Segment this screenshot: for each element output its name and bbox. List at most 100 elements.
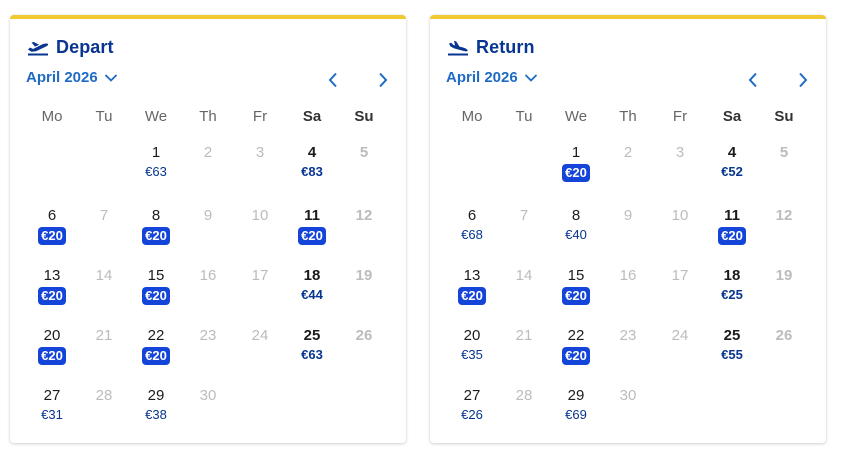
lowest-fare-badge: €20 — [38, 347, 66, 365]
return-day-cell: 10 — [654, 207, 706, 259]
return-day-cell[interactable]: 1 €20 — [550, 144, 602, 196]
return-month-selector[interactable]: April 2026 — [446, 69, 538, 86]
day-number: 13 — [463, 267, 481, 284]
day-number: 29 — [567, 387, 585, 404]
return-day-cell[interactable]: 13 €20 — [446, 267, 498, 319]
fare-price: €83 — [301, 164, 323, 179]
return-day-cell[interactable]: 29 €69 — [550, 387, 602, 439]
depart-month-selector[interactable]: April 2026 — [26, 69, 118, 86]
depart-next-month-button[interactable] — [374, 70, 392, 90]
depart-day-cell[interactable]: 6 €20 — [26, 207, 78, 259]
depart-day-cell[interactable]: 11 €20 — [286, 207, 338, 259]
lowest-fare-badge: €20 — [38, 227, 66, 245]
day-number: 27 — [463, 387, 481, 404]
fare-price: €63 — [145, 164, 167, 179]
day-number: 8 — [151, 207, 161, 224]
depart-day-cell[interactable]: 13 €20 — [26, 267, 78, 319]
depart-day-cell: 21 — [78, 327, 130, 379]
day-number: 25 — [723, 327, 741, 344]
weekday-header: Su — [774, 108, 794, 125]
day-number: 18 — [723, 267, 741, 284]
return-day-cell[interactable]: 27 €26 — [446, 387, 498, 439]
weekday-header: Fr — [252, 108, 268, 125]
lowest-fare-badge: €20 — [718, 227, 746, 245]
return-title: Return — [476, 36, 535, 57]
depart-day-cell[interactable]: 1 €63 — [130, 144, 182, 196]
depart-day-cell[interactable]: 25 €63 — [286, 327, 338, 379]
weekday-header: Mo — [41, 108, 63, 125]
return-day-cell: 21 — [498, 327, 550, 379]
day-number: 20 — [43, 327, 61, 344]
depart-day-cell[interactable]: 22 €20 — [130, 327, 182, 379]
depart-calendar-panel: Depart April 2026 Mo Tu We Th Fr Sa Su 1 €63 2 3 4 €… — [10, 15, 406, 443]
return-day-cell[interactable]: 6 €68 — [446, 207, 498, 259]
return-day-cell[interactable]: 18 €25 — [706, 267, 758, 319]
return-header: Return — [446, 36, 535, 58]
weekday-header: Th — [199, 108, 217, 125]
day-number: 1 — [151, 144, 161, 161]
lowest-fare-badge: €20 — [458, 287, 486, 305]
weekday-header: Sa — [722, 108, 742, 125]
return-day-cell: 2 — [602, 144, 654, 196]
return-day-cell: 17 — [654, 267, 706, 319]
day-number: 10 — [671, 207, 689, 224]
depart-day-cell: 10 — [234, 207, 286, 259]
fare-price: €52 — [721, 164, 743, 179]
return-day-cell: 5 — [758, 144, 810, 196]
return-day-cell[interactable]: 8 €40 — [550, 207, 602, 259]
return-day-cell: 28 — [498, 387, 550, 439]
depart-day-cell[interactable]: 27 €31 — [26, 387, 78, 439]
depart-day-cell[interactable]: 20 €20 — [26, 327, 78, 379]
day-number: 19 — [355, 267, 373, 284]
day-number: 9 — [623, 207, 633, 224]
return-day-cell[interactable]: 20 €35 — [446, 327, 498, 379]
depart-day-cell: 5 — [338, 144, 390, 196]
return-day-cell[interactable]: 11 €20 — [706, 207, 758, 259]
return-day-cell: 19 — [758, 267, 810, 319]
day-number: 6 — [47, 207, 57, 224]
depart-prev-month-button[interactable] — [324, 70, 342, 90]
weekday-header: We — [144, 108, 168, 125]
day-number: 30 — [199, 387, 217, 404]
depart-day-cell: 30 — [182, 387, 234, 439]
return-day-cell[interactable]: 4 €52 — [706, 144, 758, 196]
day-number: 17 — [251, 267, 269, 284]
fare-price: €55 — [721, 347, 743, 362]
return-day-cell: 12 — [758, 207, 810, 259]
day-number: 17 — [671, 267, 689, 284]
depart-month-label: April 2026 — [26, 69, 98, 86]
chevron-left-icon — [328, 72, 337, 88]
day-number: 6 — [467, 207, 477, 224]
return-day-cell[interactable]: 22 €20 — [550, 327, 602, 379]
depart-day-cell[interactable]: 4 €83 — [286, 144, 338, 196]
day-number: 7 — [519, 207, 529, 224]
day-number: 27 — [43, 387, 61, 404]
chevron-right-icon — [379, 72, 388, 88]
day-number: 21 — [515, 327, 533, 344]
depart-day-cell[interactable]: 8 €20 — [130, 207, 182, 259]
return-day-cell: 30 — [602, 387, 654, 439]
return-day-cell: 16 — [602, 267, 654, 319]
weekday-header: We — [564, 108, 588, 125]
day-number: 7 — [99, 207, 109, 224]
day-number: 3 — [675, 144, 685, 161]
depart-day-cell: 14 — [78, 267, 130, 319]
depart-day-cell[interactable]: 18 €44 — [286, 267, 338, 319]
day-number: 26 — [775, 327, 793, 344]
depart-day-cell[interactable]: 29 €38 — [130, 387, 182, 439]
return-day-cell: 14 — [498, 267, 550, 319]
return-prev-month-button[interactable] — [744, 70, 762, 90]
chevron-down-icon — [104, 73, 117, 82]
depart-day-cell: 28 — [78, 387, 130, 439]
fare-price: €31 — [41, 407, 63, 422]
day-number: 2 — [203, 144, 213, 161]
return-day-cell[interactable]: 15 €20 — [550, 267, 602, 319]
lowest-fare-badge: €20 — [562, 164, 590, 182]
depart-day-cell: 26 — [338, 327, 390, 379]
day-number: 23 — [619, 327, 637, 344]
return-day-cell[interactable]: 25 €55 — [706, 327, 758, 379]
return-next-month-button[interactable] — [794, 70, 812, 90]
depart-day-cell[interactable]: 15 €20 — [130, 267, 182, 319]
day-number: 4 — [307, 144, 317, 161]
depart-day-cell: 12 — [338, 207, 390, 259]
